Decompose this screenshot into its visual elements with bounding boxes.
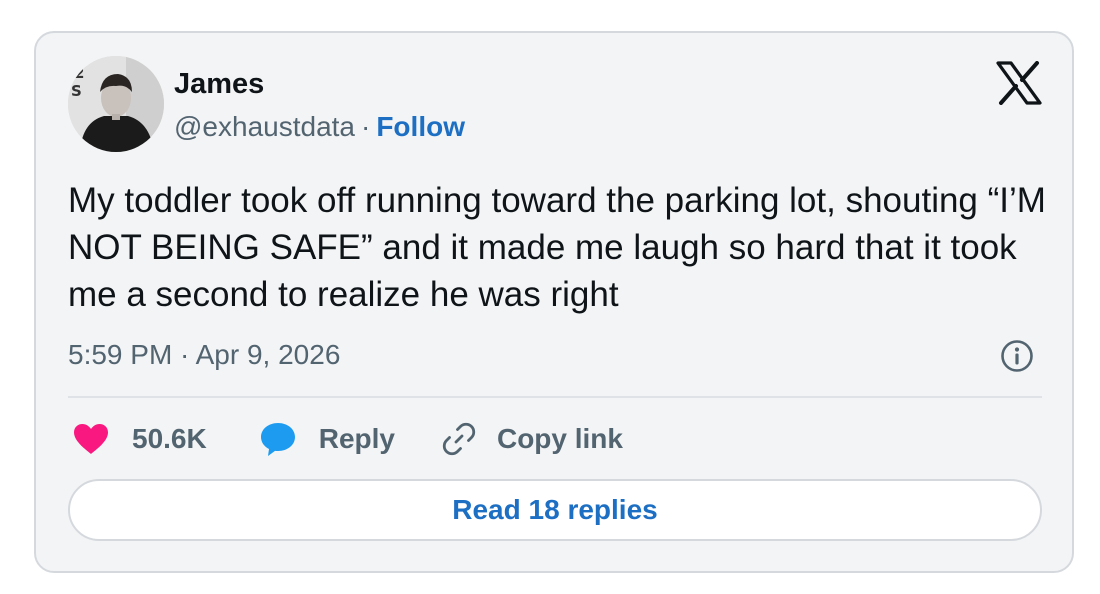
svg-text:S: S — [71, 82, 82, 100]
action-bar: 50.6K Reply Copy link — [72, 417, 623, 461]
tweet-card: 2 S James @exhaustdata · Follow My toddler… — [34, 31, 1074, 573]
reply-label: Reply — [318, 423, 395, 454]
divider — [68, 396, 1042, 398]
author-name[interactable]: James — [174, 68, 264, 101]
avatar[interactable]: 2 S — [68, 56, 164, 152]
timestamp[interactable]: 5:59 PM · Apr 9, 2026 — [68, 339, 340, 371]
reply-button[interactable]: Reply — [259, 421, 395, 457]
separator-dot: · — [361, 111, 371, 142]
follow-link[interactable]: Follow — [376, 111, 465, 142]
handle-row: @exhaustdata · Follow — [174, 111, 465, 143]
read-replies-button[interactable]: Read 18 replies — [68, 479, 1042, 541]
author-handle[interactable]: @exhaustdata — [174, 111, 355, 142]
copy-link-button[interactable]: Copy link — [441, 421, 623, 457]
like-count: 50.6K — [132, 423, 207, 454]
svg-text:2: 2 — [74, 64, 84, 82]
like-button[interactable]: 50.6K — [72, 422, 207, 456]
copy-link-label: Copy link — [496, 423, 623, 454]
tweet-text: My toddler took off running toward the p… — [68, 181, 1046, 314]
link-icon — [442, 422, 476, 456]
x-logo-icon[interactable] — [996, 61, 1042, 105]
info-icon[interactable] — [1000, 339, 1034, 373]
speech-bubble-icon — [260, 423, 295, 456]
heart-icon — [74, 424, 108, 454]
